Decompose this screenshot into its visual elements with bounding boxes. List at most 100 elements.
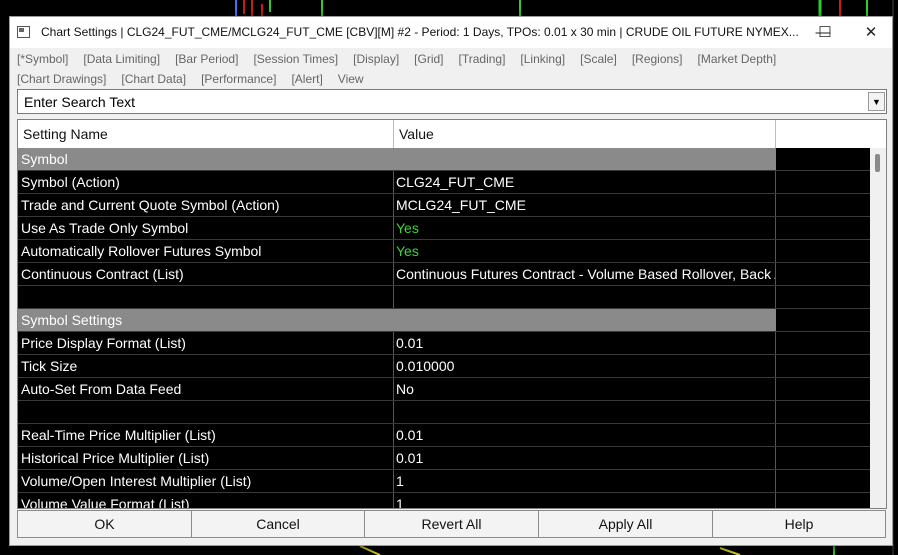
maximize-button[interactable]: ☐ bbox=[802, 17, 848, 48]
tab-chart-drawings[interactable]: [Chart Drawings] bbox=[17, 72, 106, 86]
setting-name-cell bbox=[18, 401, 394, 423]
chart-settings-dialog: Chart Settings | CLG24_FUT_CME/MCLG24_FU… bbox=[9, 16, 893, 546]
table-row[interactable]: Automatically Rollover Futures Symbol Yes bbox=[18, 240, 886, 263]
extra-cell bbox=[776, 263, 876, 285]
extra-cell bbox=[776, 355, 876, 377]
blank-row bbox=[18, 286, 886, 309]
tab-scale[interactable]: [Scale] bbox=[580, 52, 617, 66]
extra-cell bbox=[776, 148, 876, 170]
tab-alert[interactable]: [Alert] bbox=[291, 72, 322, 86]
chevron-down-icon: ▼ bbox=[872, 97, 881, 107]
table-row[interactable]: Real-Time Price Multiplier (List) 0.01 bbox=[18, 424, 886, 447]
setting-name-cell: Use As Trade Only Symbol bbox=[18, 217, 394, 239]
title-bar: Chart Settings | CLG24_FUT_CME/MCLG24_FU… bbox=[10, 17, 892, 48]
setting-name-cell: Auto-Set From Data Feed bbox=[18, 378, 394, 400]
window-title: Chart Settings | CLG24_FUT_CME/MCLG24_FU… bbox=[41, 25, 799, 39]
cancel-button[interactable]: Cancel bbox=[191, 510, 365, 538]
setting-value-cell[interactable]: 0.010000 bbox=[394, 355, 776, 377]
vertical-scrollbar[interactable] bbox=[870, 148, 886, 508]
extra-cell bbox=[776, 447, 876, 469]
table-row[interactable]: Continuous Contract (List) Continuous Fut… bbox=[18, 263, 886, 286]
ok-button[interactable]: OK bbox=[17, 510, 192, 538]
setting-name-cell: Tick Size bbox=[18, 355, 394, 377]
tab-linking[interactable]: [Linking] bbox=[520, 52, 565, 66]
table-header: Setting Name Value bbox=[18, 120, 886, 148]
setting-name-cell: Historical Price Multiplier (List) bbox=[18, 447, 394, 469]
tab-symbol[interactable]: [*Symbol] bbox=[17, 52, 68, 66]
table-row[interactable]: Volume Value Format (List) 1 bbox=[18, 493, 886, 508]
setting-name-cell: Automatically Rollover Futures Symbol bbox=[18, 240, 394, 262]
table-row[interactable]: Use As Trade Only Symbol Yes bbox=[18, 217, 886, 240]
scrollbar-thumb[interactable] bbox=[875, 154, 880, 172]
setting-name-cell: Continuous Contract (List) bbox=[18, 263, 394, 285]
tab-display[interactable]: [Display] bbox=[353, 52, 399, 66]
extra-cell bbox=[776, 217, 876, 239]
setting-name-cell bbox=[18, 286, 394, 308]
setting-value-cell bbox=[394, 286, 776, 308]
setting-value-cell[interactable]: Yes bbox=[394, 240, 776, 262]
tab-trading[interactable]: [Trading] bbox=[459, 52, 506, 66]
table-row[interactable]: Volume/Open Interest Multiplier (List) 1 bbox=[18, 470, 886, 493]
section-title: Symbol Settings bbox=[18, 309, 776, 331]
apply-all-button[interactable]: Apply All bbox=[538, 510, 713, 538]
setting-value-cell[interactable]: Yes bbox=[394, 217, 776, 239]
table-row[interactable]: Price Display Format (List) 0.01 bbox=[18, 332, 886, 355]
revert-all-button[interactable]: Revert All bbox=[364, 510, 539, 538]
app-icon bbox=[17, 26, 30, 38]
search-input[interactable] bbox=[18, 90, 880, 113]
setting-value-cell[interactable]: 0.01 bbox=[394, 424, 776, 446]
extra-cell bbox=[776, 470, 876, 492]
blank-row bbox=[18, 401, 886, 424]
setting-value-cell[interactable]: No bbox=[394, 378, 776, 400]
extra-cell bbox=[776, 240, 876, 262]
extra-cell bbox=[776, 493, 876, 508]
button-bar: OK Cancel Revert All Apply All Help bbox=[10, 509, 892, 545]
section-title: Symbol bbox=[18, 148, 776, 170]
table-row[interactable]: Auto-Set From Data Feed No bbox=[18, 378, 886, 401]
tab-regions[interactable]: [Regions] bbox=[632, 52, 683, 66]
extra-cell bbox=[776, 378, 876, 400]
search-box: ▼ bbox=[17, 89, 887, 114]
tab-session-times[interactable]: [Session Times] bbox=[253, 52, 338, 66]
extra-cell bbox=[776, 286, 876, 308]
table-row[interactable]: Trade and Current Quote Symbol (Action) M… bbox=[18, 194, 886, 217]
column-header-value[interactable]: Value bbox=[394, 120, 776, 148]
tab-chart-data[interactable]: [Chart Data] bbox=[121, 72, 186, 86]
setting-name-cell: Trade and Current Quote Symbol (Action) bbox=[18, 194, 394, 216]
setting-value-cell[interactable]: 0.01 bbox=[394, 447, 776, 469]
setting-value-cell[interactable]: CLG24_FUT_CME bbox=[394, 171, 776, 193]
setting-value-cell[interactable]: MCLG24_FUT_CME bbox=[394, 194, 776, 216]
section-header-row: Symbol bbox=[18, 148, 886, 171]
table-row[interactable]: Tick Size 0.010000 bbox=[18, 355, 886, 378]
tab-bar-period[interactable]: [Bar Period] bbox=[175, 52, 238, 66]
setting-name-cell: Volume Value Format (List) bbox=[18, 493, 394, 508]
settings-tabs: [*Symbol] [Data Limiting] [Bar Period] [Ses… bbox=[17, 50, 889, 89]
setting-value-cell[interactable]: Continuous Futures Contract - Volume Bas… bbox=[394, 263, 776, 285]
setting-value-cell[interactable]: 1 bbox=[394, 470, 776, 492]
section-header-row: Symbol Settings bbox=[18, 309, 886, 332]
extra-cell bbox=[776, 171, 876, 193]
column-header-setting-name[interactable]: Setting Name bbox=[18, 120, 394, 148]
tab-market-depth[interactable]: [Market Depth] bbox=[698, 52, 777, 66]
tab-performance[interactable]: [Performance] bbox=[201, 72, 276, 86]
extra-cell bbox=[776, 424, 876, 446]
setting-value-cell bbox=[394, 401, 776, 423]
tab-view[interactable]: View bbox=[338, 72, 364, 86]
setting-value-cell[interactable]: 0.01 bbox=[394, 332, 776, 354]
search-dropdown-button[interactable]: ▼ bbox=[868, 92, 885, 111]
table-body: Symbol Symbol (Action) CLG24_FUT_CME Trade … bbox=[18, 148, 886, 508]
tab-grid[interactable]: [Grid] bbox=[414, 52, 443, 66]
setting-value-cell[interactable]: 1 bbox=[394, 493, 776, 508]
setting-name-cell: Volume/Open Interest Multiplier (List) bbox=[18, 470, 394, 492]
extra-cell bbox=[776, 332, 876, 354]
extra-cell bbox=[776, 194, 876, 216]
table-row[interactable]: Symbol (Action) CLG24_FUT_CME bbox=[18, 171, 886, 194]
close-button[interactable]: ✕ bbox=[848, 17, 894, 48]
table-row[interactable]: Historical Price Multiplier (List) 0.01 bbox=[18, 447, 886, 470]
setting-name-cell: Price Display Format (List) bbox=[18, 332, 394, 354]
help-button[interactable]: Help bbox=[712, 510, 886, 538]
setting-name-cell: Symbol (Action) bbox=[18, 171, 394, 193]
tab-data-limiting[interactable]: [Data Limiting] bbox=[83, 52, 160, 66]
column-header-extra bbox=[776, 120, 870, 148]
settings-table: Setting Name Value Symbol Symbol (Action)… bbox=[17, 119, 887, 509]
